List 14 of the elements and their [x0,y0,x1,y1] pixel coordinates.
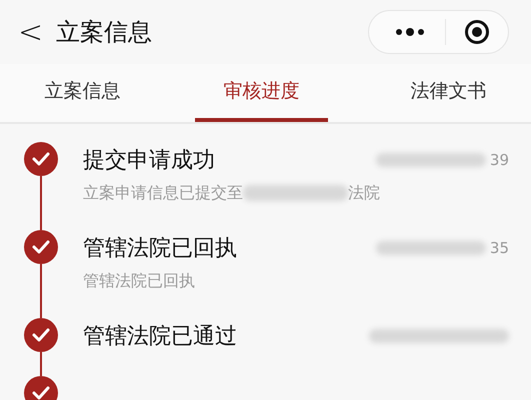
step-description: 法院 [348,182,380,204]
step-title: 提交申请成功 [83,147,215,175]
step-title: 管辖法院已回执 [83,235,237,263]
back-button[interactable]: < [0,14,56,50]
tab[interactable]: 审核进度 [195,64,328,122]
step-time: 35 [490,239,509,257]
tab[interactable]: 立案信息 [16,64,149,122]
tab[interactable]: 法律文书 [382,64,515,122]
step-description: 立案申请信息已提交至 [83,182,243,204]
more-icon[interactable] [393,25,427,39]
step-description: 管辖法院已回执 [83,270,195,292]
step-time: 39 [490,151,509,169]
page-title: 立案信息 [56,17,153,48]
step-title: 管辖法院已通过 [83,323,237,351]
